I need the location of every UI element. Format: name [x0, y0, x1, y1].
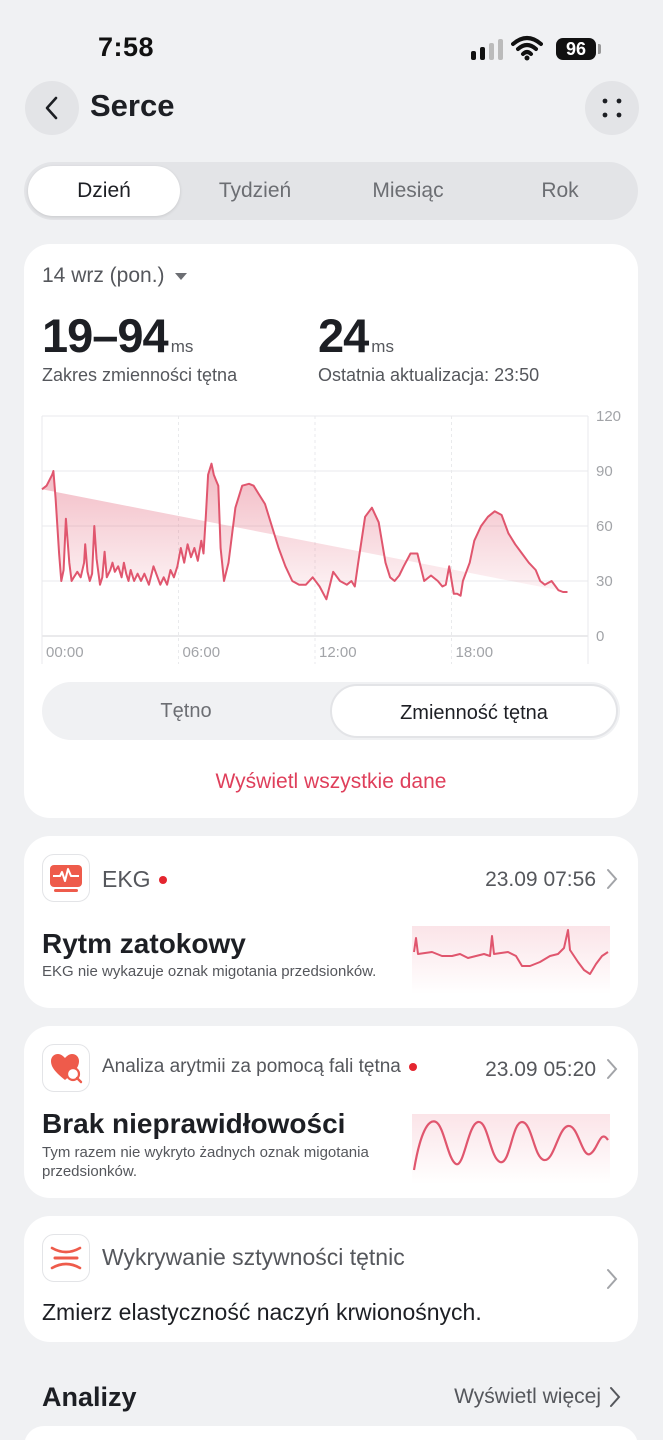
chevron-right-icon: [607, 869, 618, 889]
tab-year[interactable]: Rok: [484, 166, 636, 216]
y-tick-label: 60: [596, 518, 613, 535]
arrhythmia-date: 23.09 05:20: [485, 1058, 596, 1081]
analyses-more-link[interactable]: Wyświetl więcej: [454, 1385, 621, 1409]
new-dot-icon: [408, 1063, 417, 1071]
more-icon: [602, 98, 622, 118]
last-unit: ms: [371, 337, 394, 356]
arrhythmia-card[interactable]: Analiza arytmii za pomocą fali tętna 23.…: [24, 1026, 638, 1198]
hrv-chart: 120 90 60 30 0 00:00 06:00 12:00 18:00: [41, 408, 621, 664]
arrhythmia-description: Tym razem nie wykryto żadnych oznak migo…: [42, 1143, 369, 1181]
tab-day[interactable]: Dzień: [28, 166, 180, 216]
date-selector[interactable]: 14 wrz (pon.): [42, 264, 187, 288]
stiffness-description: Zmierz elastyczność naczyń krwionośnych.: [42, 1299, 482, 1325]
analyses-card: [24, 1426, 638, 1440]
arrhythmia-description-line1: Tym razem nie wykryto żadnych oznak migo…: [42, 1144, 369, 1161]
arrhythmia-name: Analiza arytmii za pomocą fali tętna: [102, 1056, 401, 1077]
battery-nub: [598, 44, 601, 54]
status-time: 7:58: [98, 32, 155, 62]
range-unit: ms: [170, 337, 194, 356]
y-tick-label: 120: [596, 408, 621, 425]
heart-search-icon: [42, 1044, 90, 1092]
stiffness-name: Wykrywanie sztywności tętnic: [102, 1244, 405, 1270]
date-label: 14 wrz (pon.): [42, 264, 165, 287]
ekg-title: Rytm zatokowy: [42, 928, 246, 959]
view-all-data-link[interactable]: Wyświetl wszystkie dane: [24, 770, 638, 794]
range-number: 19–94: [42, 309, 169, 362]
chevron-right-icon: [607, 1059, 618, 1079]
hrv-card: 14 wrz (pon.) 19–94 ms Zakres zmienności…: [24, 244, 638, 818]
last-number: 24: [318, 309, 369, 362]
y-tick-label: 0: [596, 628, 604, 645]
back-button[interactable]: [25, 81, 79, 135]
signal-icon: [471, 38, 503, 60]
ekg-card[interactable]: EKG 23.09 07:56 Rytm zatokowy EKG nie wy…: [24, 836, 638, 1008]
analyses-title: Analizy: [42, 1382, 137, 1412]
new-dot-icon: [158, 875, 167, 884]
chevron-right-icon: [607, 1269, 618, 1289]
arterial-icon: [42, 1234, 90, 1282]
status-bar: 7:58 96: [0, 0, 663, 96]
range-value: 19–94 ms: [42, 308, 193, 363]
toggle-heart-rate[interactable]: Tętno: [44, 684, 328, 738]
ekg-header: EKG: [102, 866, 167, 893]
more-button[interactable]: [585, 81, 639, 135]
analyses-more-label: Wyświetl więcej: [454, 1385, 601, 1408]
tab-week[interactable]: Tydzień: [179, 166, 331, 216]
toggle-hrv[interactable]: Zmienność tętna: [330, 684, 618, 738]
ekg-name: EKG: [102, 866, 151, 892]
page-title: Serce: [90, 88, 175, 123]
arrhythmia-description-line2: przedsionków.: [42, 1163, 138, 1180]
battery-indicator: 96: [556, 38, 596, 60]
chevron-right-icon: [610, 1387, 621, 1407]
x-tick-label: 00:00: [46, 644, 84, 661]
stiffness-card[interactable]: Wykrywanie sztywności tętnic Zmierz elas…: [24, 1216, 638, 1342]
pulse-wave-thumbnail: [412, 1114, 610, 1184]
caret-down-icon: [174, 272, 187, 280]
range-label: Zakres zmienności tętna: [42, 365, 238, 385]
ekg-icon: [42, 854, 90, 902]
wifi-icon: [511, 36, 543, 61]
x-tick-label: 18:00: [456, 644, 494, 661]
hrv-area: [42, 463, 568, 600]
last-label: Ostatnia aktualizacja: 23:50: [318, 365, 540, 385]
tab-month[interactable]: Miesiąc: [332, 166, 484, 216]
x-tick-label: 12:00: [319, 644, 357, 661]
y-tick-label: 30: [596, 573, 613, 590]
last-value: 24 ms: [318, 308, 394, 363]
y-tick-label: 90: [596, 463, 613, 480]
back-icon: [45, 96, 58, 120]
chart-toggle: Tętno Zmienność tętna: [42, 682, 620, 740]
arrhythmia-header: Analiza arytmii za pomocą fali tętna: [102, 1056, 417, 1078]
ekg-description: EKG nie wykazuje oznak migotania przedsi…: [42, 963, 377, 980]
arrhythmia-title: Brak nieprawidłowości: [42, 1108, 346, 1139]
ekg-waveform-thumbnail: [412, 926, 610, 994]
ekg-date: 23.09 07:56: [485, 868, 596, 891]
period-tabs: Dzień Tydzień Miesiąc Rok: [24, 162, 638, 220]
x-tick-label: 06:00: [183, 644, 221, 661]
